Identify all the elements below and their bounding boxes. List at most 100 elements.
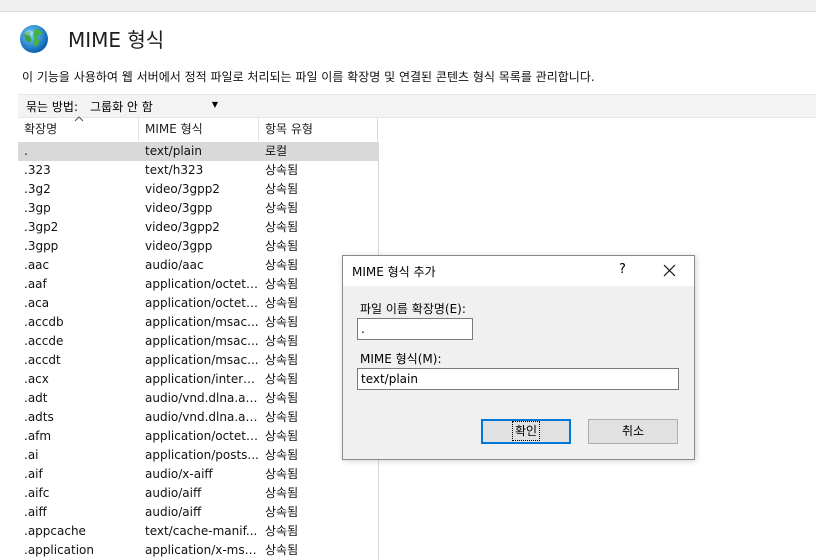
cancel-button[interactable]: 취소: [588, 419, 678, 444]
table-row[interactable]: .aaf application/octet-... 상속됨: [18, 275, 378, 294]
cell-mime-type: application/msac...: [145, 315, 259, 329]
cell-extension: .aaf: [24, 277, 47, 291]
mime-type-input[interactable]: [357, 368, 679, 390]
dialog-title: MIME 형식 추가: [352, 265, 436, 279]
cell-extension: .323: [24, 163, 51, 177]
grid-header: 확장명 MIME 형식 항목 유형: [18, 118, 378, 141]
mime-type-list: . text/plain 로컬 .323 text/h323 상속됨 .3g2 video/3…: [18, 142, 379, 560]
cell-entry-type: 상속됨: [265, 163, 299, 177]
page-description: 이 기능을 사용하여 웹 서버에서 정적 파일로 처리되는 파일 이름 확장명 …: [22, 70, 595, 84]
cell-mime-type: application/msac...: [145, 353, 259, 367]
dialog-titlebar: MIME 형식 추가 ?: [343, 256, 694, 286]
table-row[interactable]: .adts audio/vnd.dlna.adts 상속됨: [18, 408, 378, 427]
ok-button[interactable]: 확인: [481, 419, 571, 444]
cell-extension: .accdt: [24, 353, 61, 367]
table-row[interactable]: .accde application/msac... 상속됨: [18, 332, 378, 351]
table-row[interactable]: .aca application/octet-... 상속됨: [18, 294, 378, 313]
table-row[interactable]: .appcache text/cache-manif... 상속됨: [18, 522, 378, 541]
cell-entry-type: 상속됨: [265, 486, 299, 500]
page-title: MIME 형식: [68, 28, 165, 52]
globe-icon: [20, 25, 48, 53]
column-header-mime-type[interactable]: MIME 형식: [139, 118, 259, 141]
cell-mime-type: application/x-ms-...: [145, 543, 259, 557]
cell-entry-type: 상속됨: [265, 543, 299, 557]
cell-extension: .afm: [24, 429, 52, 443]
cell-extension: .adts: [24, 410, 54, 424]
window-top-strip: [0, 0, 816, 12]
table-row[interactable]: .afm application/octet-... 상속됨: [18, 427, 378, 446]
table-row[interactable]: .accdt application/msac... 상속됨: [18, 351, 378, 370]
cell-mime-type: text/plain: [145, 144, 202, 158]
cell-mime-type: text/h323: [145, 163, 204, 177]
help-button[interactable]: ?: [619, 262, 626, 277]
cell-extension: .accde: [24, 334, 64, 348]
cell-extension: .aifc: [24, 486, 50, 500]
cell-extension: .acx: [24, 372, 49, 386]
table-row[interactable]: .ai application/posts... 상속됨: [18, 446, 378, 465]
column-header-extension[interactable]: 확장명: [18, 118, 139, 141]
cell-mime-type: audio/aiff: [145, 486, 202, 500]
cell-entry-type: 로컬: [265, 144, 288, 158]
cell-mime-type: application/octet-...: [145, 429, 259, 443]
table-row[interactable]: .3gp2 video/3gpp2 상속됨: [18, 218, 378, 237]
cell-extension: .aif: [24, 467, 43, 481]
table-row[interactable]: .accdb application/msac... 상속됨: [18, 313, 378, 332]
table-row[interactable]: .aac audio/aac 상속됨: [18, 256, 378, 275]
cell-mime-type: audio/aac: [145, 258, 204, 272]
cell-entry-type: 상속됨: [265, 239, 299, 253]
cell-extension: .3g2: [24, 182, 51, 196]
cell-mime-type: application/octet-...: [145, 277, 259, 291]
cell-extension: .application: [24, 543, 95, 557]
table-row[interactable]: .323 text/h323 상속됨: [18, 161, 378, 180]
group-by-label: 묶는 방법:: [26, 100, 79, 114]
table-row[interactable]: .3gp video/3gpp 상속됨: [18, 199, 378, 218]
table-row[interactable]: .aif audio/x-aiff 상속됨: [18, 465, 378, 484]
cell-extension: .3gp: [24, 201, 51, 215]
cell-mime-type: video/3gpp2: [145, 220, 220, 234]
cell-extension: .appcache: [24, 524, 86, 538]
cell-extension: .accdb: [24, 315, 64, 329]
cell-mime-type: application/posts...: [145, 448, 259, 462]
ok-button-label: 확인: [511, 421, 541, 441]
table-row[interactable]: .acx application/intern... 상속됨: [18, 370, 378, 389]
cell-entry-type: 상속됨: [265, 201, 299, 215]
table-row[interactable]: . text/plain 로컬: [18, 142, 378, 161]
cell-extension: .adt: [24, 391, 48, 405]
add-mime-type-dialog: MIME 형식 추가 ? 파일 이름 확장명(E): MIME 형식(M): 확…: [342, 255, 695, 460]
table-row[interactable]: .adt audio/vnd.dlna.adts 상속됨: [18, 389, 378, 408]
cell-extension: .aiff: [24, 505, 47, 519]
extension-input[interactable]: [357, 318, 473, 340]
cell-extension: .3gp2: [24, 220, 59, 234]
close-icon[interactable]: [663, 264, 676, 277]
cell-mime-type: audio/x-aiff: [145, 467, 213, 481]
table-row[interactable]: .3g2 video/3gpp2 상속됨: [18, 180, 378, 199]
cell-mime-type: application/intern...: [145, 372, 259, 386]
group-by-value: 그룹화 안 함: [90, 100, 153, 114]
cell-mime-type: audio/vnd.dlna.adts: [145, 410, 259, 424]
cell-mime-type: video/3gpp2: [145, 182, 220, 196]
cell-entry-type: 상속됨: [265, 220, 299, 234]
table-row[interactable]: .application application/x-ms-... 상속됨: [18, 541, 378, 560]
extension-label: 파일 이름 확장명(E):: [360, 302, 466, 316]
cell-extension: .aca: [24, 296, 50, 310]
cell-mime-type: application/octet-...: [145, 296, 259, 310]
table-row[interactable]: .aifc audio/aiff 상속됨: [18, 484, 378, 503]
cell-entry-type: 상속됨: [265, 524, 299, 538]
cell-entry-type: 상속됨: [265, 505, 299, 519]
cell-mime-type: application/msac...: [145, 334, 259, 348]
cell-mime-type: video/3gpp: [145, 201, 213, 215]
table-row[interactable]: .aiff audio/aiff 상속됨: [18, 503, 378, 522]
group-by-toolbar: 묶는 방법: 그룹화 안 함 ▼: [18, 94, 816, 118]
cell-mime-type: audio/aiff: [145, 505, 202, 519]
chevron-down-icon: ▼: [211, 100, 218, 109]
cell-extension: .3gpp: [24, 239, 59, 253]
mime-type-label: MIME 형식(M):: [360, 352, 442, 366]
cell-extension: .aac: [24, 258, 50, 272]
group-by-dropdown[interactable]: 그룹화 안 함 ▼: [84, 96, 220, 115]
cell-mime-type: text/cache-manif...: [145, 524, 258, 538]
cell-entry-type: 상속됨: [265, 182, 299, 196]
cell-extension: .ai: [24, 448, 39, 462]
column-header-entry-type[interactable]: 항목 유형: [259, 118, 378, 141]
table-row[interactable]: .3gpp video/3gpp 상속됨: [18, 237, 378, 256]
cell-mime-type: audio/vnd.dlna.adts: [145, 391, 259, 405]
